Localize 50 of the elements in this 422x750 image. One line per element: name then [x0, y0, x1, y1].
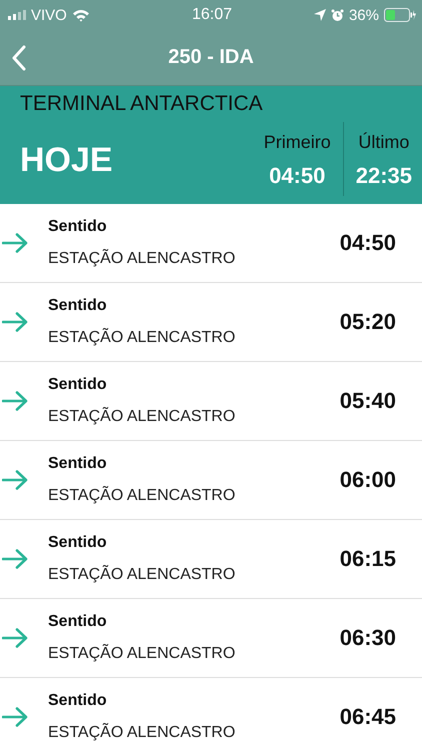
departure-row[interactable]: Sentido ESTAÇÃO ALENCASTRO 06:00	[0, 441, 422, 520]
direction-label: Sentido	[48, 297, 108, 315]
direction-label: Sentido	[48, 534, 108, 552]
arrow-right-icon	[2, 312, 28, 332]
day-label: HOJE	[19, 140, 114, 180]
departure-time: 06:15	[340, 546, 396, 572]
arrow-right-icon	[2, 470, 28, 490]
direction-label: Sentido	[48, 376, 108, 394]
destination-name: ESTAÇÃO ALENCASTRO	[48, 329, 236, 347]
departure-time: 04:50	[340, 230, 396, 256]
battery-icon	[384, 8, 416, 22]
destination-name: ESTAÇÃO ALENCASTRO	[48, 645, 236, 663]
destination-name: ESTAÇÃO ALENCASTRO	[48, 487, 236, 505]
arrow-right-icon	[2, 233, 28, 253]
departure-row[interactable]: Sentido ESTAÇÃO ALENCASTRO 05:20	[0, 283, 422, 362]
departure-time: 06:45	[340, 704, 396, 730]
departure-time: 06:30	[340, 625, 396, 651]
wifi-icon	[72, 8, 90, 22]
arrow-right-icon	[2, 628, 28, 648]
signal-icon	[8, 10, 26, 20]
direction-label: Sentido	[48, 613, 108, 631]
destination-name: ESTAÇÃO ALENCASTRO	[48, 566, 236, 584]
destination-name: ESTAÇÃO ALENCASTRO	[48, 724, 236, 742]
first-time: 04:50	[269, 162, 326, 188]
departure-row[interactable]: Sentido ESTAÇÃO ALENCASTRO 04:50	[0, 204, 422, 283]
arrow-right-icon	[2, 391, 28, 411]
departure-time: 06:00	[340, 467, 396, 493]
departure-row[interactable]: Sentido ESTAÇÃO ALENCASTRO 06:15	[0, 520, 422, 599]
departure-row[interactable]: Sentido ESTAÇÃO ALENCASTRO 05:40	[0, 362, 422, 441]
last-label: Último	[358, 132, 410, 152]
battery-percent: 36%	[348, 6, 379, 24]
arrow-right-icon	[2, 549, 28, 569]
first-label: Primeiro	[264, 132, 331, 152]
carrier-name: VIVO	[31, 6, 67, 24]
location-icon	[314, 9, 326, 21]
stop-name: TERMINAL ANTARCTICA	[19, 91, 264, 116]
arrow-right-icon	[2, 707, 28, 727]
departure-time: 05:20	[340, 309, 396, 335]
departure-row[interactable]: Sentido ESTAÇÃO ALENCASTRO 06:30	[0, 599, 422, 678]
departure-time: 05:40	[340, 388, 396, 414]
alarm-icon	[330, 8, 344, 22]
route-title: 250 - IDA	[167, 46, 255, 69]
destination-name: ESTAÇÃO ALENCASTRO	[48, 408, 236, 426]
direction-label: Sentido	[48, 218, 108, 236]
destination-name: ESTAÇÃO ALENCASTRO	[48, 250, 236, 268]
direction-label: Sentido	[48, 692, 108, 710]
direction-label: Sentido	[48, 455, 108, 473]
status-time: 16:07	[192, 6, 232, 24]
departure-row[interactable]: Sentido ESTAÇÃO ALENCASTRO 06:45	[0, 678, 422, 750]
last-time: 22:35	[356, 162, 412, 188]
